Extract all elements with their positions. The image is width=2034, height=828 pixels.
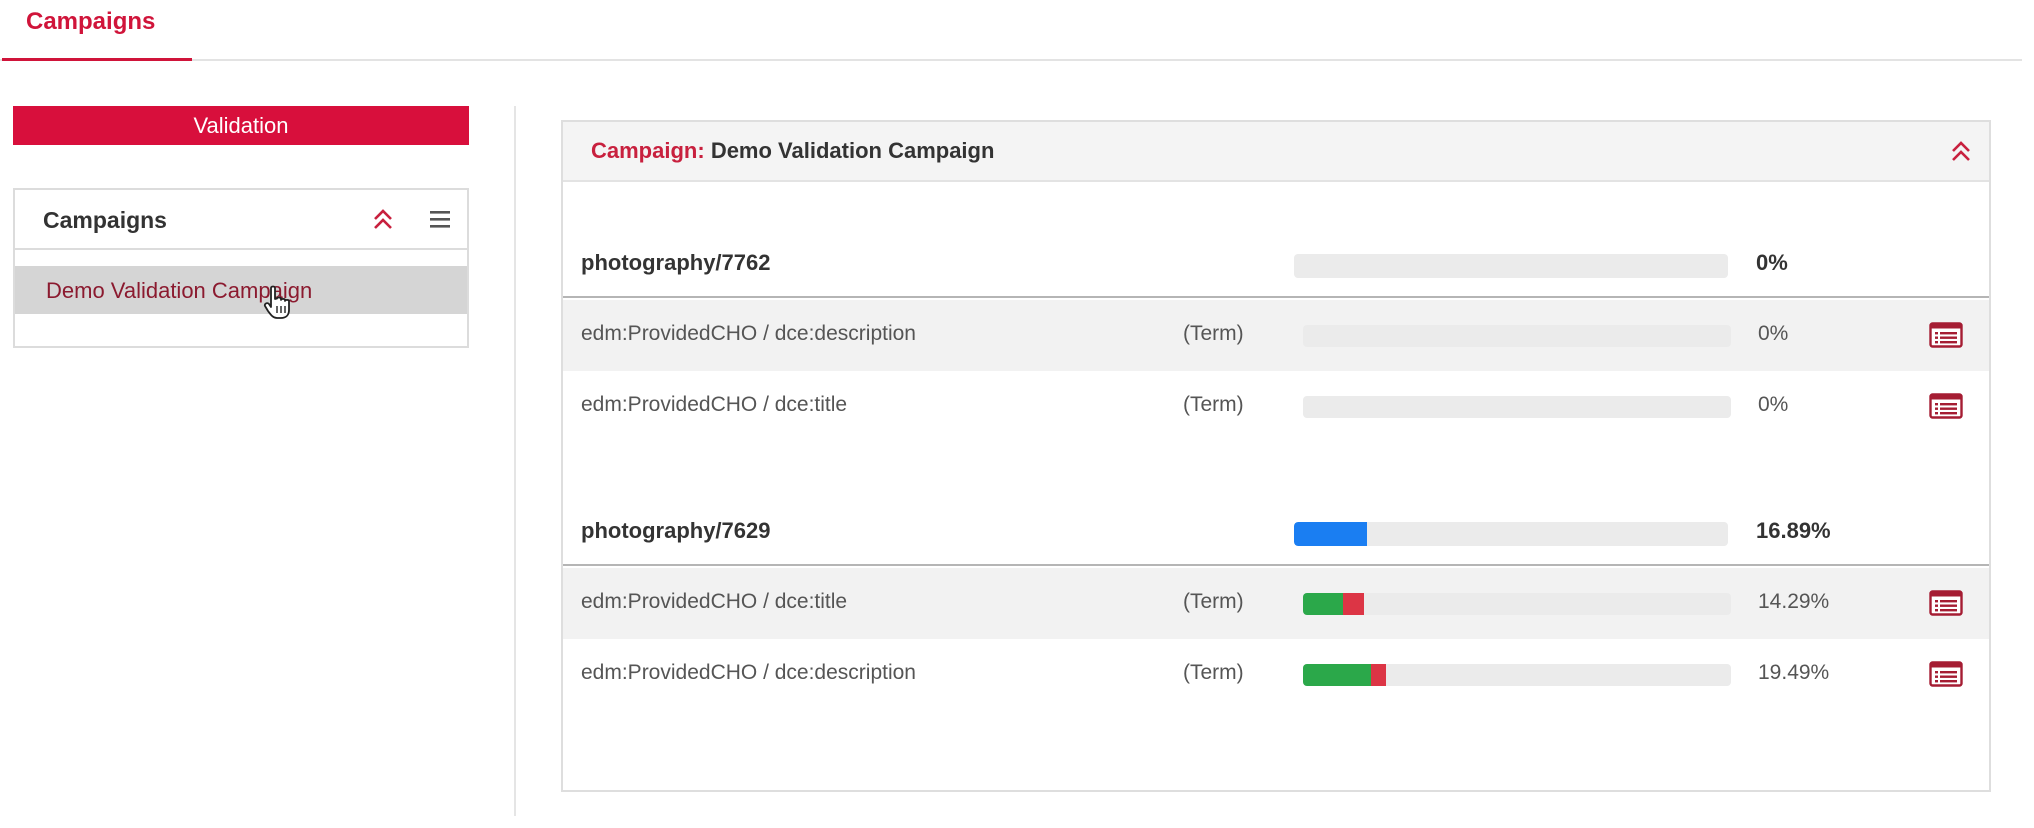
invalid-segment — [1342, 593, 1365, 615]
top-tab-bar: Campaigns — [0, 0, 2022, 61]
tab-campaigns[interactable]: Campaigns — [2, 0, 192, 61]
campaign-list-item[interactable]: Demo Validation Campaign — [15, 266, 467, 314]
campaigns-list-panel: Campaigns Demo Validation Campaign — [13, 188, 469, 348]
field-row: edm:ProvidedCHO / dce:title (Term) 14.29… — [563, 568, 1989, 639]
record-percent: 16.89% — [1756, 518, 1831, 543]
validation-button[interactable]: Validation — [13, 106, 469, 145]
valid-segment — [1303, 664, 1372, 686]
field-kind: (Term) — [1183, 661, 1244, 684]
field-kind: (Term) — [1183, 393, 1244, 416]
record-progress-fill — [1294, 522, 1368, 546]
record-percent: 0% — [1756, 250, 1788, 275]
field-progress-bar — [1303, 396, 1731, 418]
collapse-icon[interactable] — [371, 206, 395, 234]
campaign-panel: Campaign: Demo Validation Campaign photo… — [561, 120, 1991, 792]
campaigns-list-title: Campaigns — [43, 207, 167, 233]
field-row: edm:ProvidedCHO / dce:description (Term)… — [563, 639, 1989, 710]
field-percent: 14.29% — [1758, 590, 1830, 613]
list-report-icon[interactable] — [1929, 590, 1963, 616]
field-progress-bar — [1303, 593, 1731, 615]
field-progress-bar — [1303, 664, 1731, 686]
list-report-icon[interactable] — [1929, 393, 1963, 419]
field-name: edm:ProvidedCHO / dce:title — [581, 393, 848, 416]
record-progress-bar — [1294, 522, 1728, 546]
campaign-panel-title: Campaign: Demo Validation Campaign — [591, 138, 994, 164]
field-name: edm:ProvidedCHO / dce:title — [581, 590, 848, 613]
campaign-label: Campaign: — [591, 138, 705, 163]
field-percent: 19.49% — [1758, 661, 1830, 684]
field-row: edm:ProvidedCHO / dce:title (Term) 0% — [563, 371, 1989, 442]
hand-pointer-icon — [263, 285, 290, 319]
list-report-icon[interactable] — [1929, 661, 1963, 687]
valid-segment — [1303, 593, 1343, 615]
field-kind: (Term) — [1183, 590, 1244, 613]
campaigns-list-header: Campaigns — [15, 190, 467, 250]
list-report-icon[interactable] — [1929, 322, 1963, 348]
campaign-name: Demo Validation Campaign — [710, 138, 995, 163]
collapse-icon[interactable] — [1949, 138, 1973, 166]
record-progress-bar — [1294, 254, 1728, 278]
field-kind: (Term) — [1183, 322, 1244, 345]
record-group-header: photography/7629 16.89% — [563, 496, 1989, 566]
campaign-panel-header: Campaign: Demo Validation Campaign — [563, 122, 1989, 182]
tab-campaigns-label: Campaigns — [26, 8, 156, 35]
column-divider — [514, 106, 516, 816]
field-progress-bar — [1303, 325, 1731, 347]
field-name: edm:ProvidedCHO / dce:description — [581, 322, 916, 345]
record-name: photography/7762 — [581, 250, 771, 275]
field-row: edm:ProvidedCHO / dce:description (Term)… — [563, 300, 1989, 371]
field-percent: 0% — [1758, 393, 1789, 416]
record-name: photography/7629 — [581, 518, 771, 543]
field-percent: 0% — [1758, 322, 1789, 345]
record-group-header: photography/7762 0% — [563, 228, 1989, 298]
field-name: edm:ProvidedCHO / dce:description — [581, 661, 916, 684]
invalid-segment — [1371, 664, 1387, 686]
hamburger-menu-icon[interactable] — [428, 207, 452, 231]
